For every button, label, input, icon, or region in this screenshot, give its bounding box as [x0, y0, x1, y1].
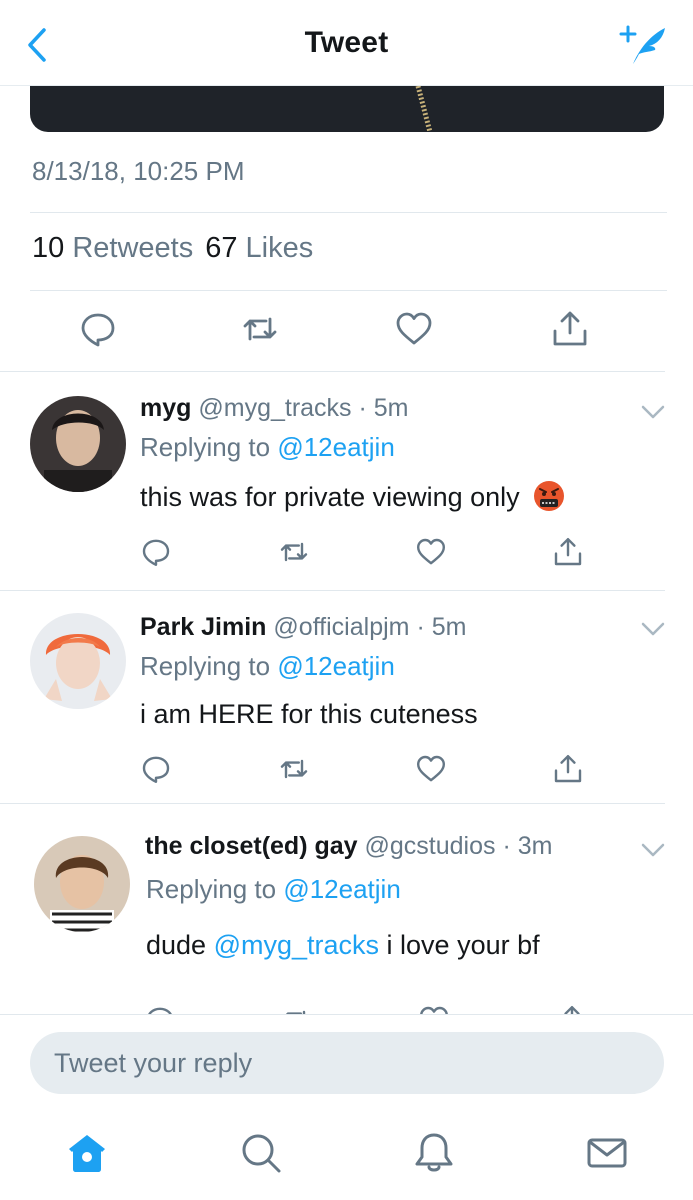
- tweet-reply-input[interactable]: [30, 1032, 664, 1094]
- like-icon: [417, 538, 445, 565]
- replying-to-link[interactable]: @12eatjin: [277, 651, 394, 681]
- home-icon: [69, 1135, 105, 1172]
- reply-mention-link[interactable]: @myg_tracks: [214, 930, 379, 960]
- retweets-count: 10: [32, 232, 65, 264]
- share-icon: [553, 311, 587, 346]
- retweet-icon: [280, 542, 308, 562]
- replying-label: Replying to: [140, 432, 271, 462]
- reply-tweet[interactable]: myg @myg_tracks · 5m Replying to @12eatj…: [0, 372, 693, 590]
- reply-text-content: i am HERE for this cuteness: [140, 699, 478, 729]
- replying-to: Replying to @12eatjin: [140, 432, 395, 463]
- author-handle[interactable]: @myg_tracks: [198, 394, 351, 422]
- retweet-button[interactable]: [276, 1000, 316, 1014]
- replying-label: Replying to: [146, 874, 277, 904]
- search-icon: [242, 1134, 281, 1173]
- reply-button[interactable]: [136, 749, 176, 789]
- reply-author: myg @myg_tracks · 5m: [140, 394, 409, 423]
- tab-search[interactable]: [236, 1128, 286, 1178]
- like-button[interactable]: [392, 306, 436, 352]
- reply-button[interactable]: [136, 532, 176, 572]
- divider: [30, 290, 667, 291]
- replying-to-link[interactable]: @12eatjin: [283, 874, 400, 904]
- retweet-icon: [285, 1010, 306, 1014]
- tab-messages[interactable]: [582, 1128, 632, 1178]
- likes-stat[interactable]: 67 Likes: [205, 232, 313, 264]
- share-icon: [564, 1006, 580, 1014]
- notifications-icon: [415, 1133, 453, 1172]
- replying-to: Replying to @12eatjin: [146, 874, 401, 905]
- share-button[interactable]: [552, 1000, 592, 1014]
- share-button[interactable]: [548, 532, 588, 572]
- replying-to-link[interactable]: @12eatjin: [277, 432, 394, 462]
- reply-time: · 5m: [358, 394, 409, 422]
- share-button[interactable]: [548, 749, 588, 789]
- reply-author: the closet(ed) gay @gcstudios · 3m: [145, 832, 552, 861]
- reply-button[interactable]: [76, 306, 120, 352]
- retweets-stat[interactable]: 10 Retweets: [32, 232, 193, 264]
- tweet-media-image[interactable]: [30, 86, 664, 132]
- chevron-down-icon[interactable]: [641, 621, 665, 637]
- tweet-stats: 10 Retweets 67 Likes: [32, 232, 313, 265]
- top-navigation-bar: Tweet: [0, 0, 693, 86]
- reply-composer: [0, 1014, 693, 1106]
- like-button[interactable]: [414, 1000, 454, 1014]
- reply-tweet[interactable]: Park Jimin @officialpjm · 5m Replying to…: [0, 591, 693, 803]
- zipper-graphic: [415, 86, 433, 132]
- reply-time: · 3m: [502, 832, 553, 860]
- cursing-face-emoji: [534, 481, 565, 511]
- like-button[interactable]: [411, 532, 451, 572]
- bottom-tab-bar: [0, 1106, 693, 1200]
- chevron-down-icon[interactable]: [641, 842, 665, 858]
- replying-label: Replying to: [140, 651, 271, 681]
- reply-text: i am HERE for this cuteness: [140, 699, 478, 730]
- reply-icon: [148, 1007, 172, 1014]
- reply-text-content: this was for private viewing only: [140, 482, 520, 512]
- author-handle[interactable]: @officialpjm: [273, 613, 409, 641]
- reply-text: dude @myg_tracks i love your bf: [146, 930, 540, 961]
- chevron-down-icon[interactable]: [641, 404, 665, 420]
- retweet-button[interactable]: [274, 749, 314, 789]
- reply-text-content: dude: [146, 930, 214, 960]
- reply-time: · 5m: [416, 613, 467, 641]
- reply-text-content: i love your bf: [379, 930, 540, 960]
- messages-icon: [587, 1138, 627, 1168]
- author-name[interactable]: Park Jimin: [140, 613, 266, 641]
- compose-tweet-icon: [619, 25, 665, 64]
- reply-icon: [142, 539, 170, 566]
- reply-tweet[interactable]: the closet(ed) gay @gcstudios · 3m Reply…: [0, 804, 693, 1014]
- reply-author: Park Jimin @officialpjm · 5m: [140, 613, 466, 642]
- likes-count: 67: [205, 232, 238, 264]
- share-button[interactable]: [548, 306, 592, 352]
- reply-icon: [142, 756, 170, 783]
- retweet-icon: [243, 317, 277, 341]
- author-handle[interactable]: @gcstudios: [365, 832, 496, 860]
- retweet-button[interactable]: [238, 306, 282, 352]
- reply-button[interactable]: [140, 1000, 180, 1014]
- share-icon: [554, 755, 582, 783]
- tweet-action-bar: [0, 306, 693, 354]
- tweet-timestamp: 8/13/18, 10:25 PM: [32, 156, 245, 186]
- avatar[interactable]: [34, 836, 130, 932]
- retweet-button[interactable]: [274, 532, 314, 572]
- like-button[interactable]: [411, 749, 451, 789]
- likes-label: Likes: [245, 232, 314, 264]
- author-name[interactable]: myg: [140, 394, 191, 422]
- compose-tweet-button[interactable]: [619, 22, 671, 68]
- share-icon: [554, 538, 582, 566]
- reply-icon: [81, 313, 115, 347]
- like-icon: [417, 755, 445, 782]
- tab-notifications[interactable]: [409, 1128, 459, 1178]
- like-icon: [420, 1006, 448, 1014]
- divider: [30, 212, 667, 213]
- avatar[interactable]: [30, 396, 126, 492]
- author-name[interactable]: the closet(ed) gay: [145, 832, 358, 860]
- replying-to: Replying to @12eatjin: [140, 651, 395, 682]
- like-icon: [396, 312, 432, 345]
- retweets-label: Retweets: [72, 232, 194, 264]
- tab-home[interactable]: [62, 1128, 112, 1178]
- avatar[interactable]: [30, 613, 126, 709]
- retweet-icon: [280, 759, 308, 779]
- page-title: Tweet: [304, 26, 389, 59]
- reply-text: this was for private viewing only: [140, 480, 565, 513]
